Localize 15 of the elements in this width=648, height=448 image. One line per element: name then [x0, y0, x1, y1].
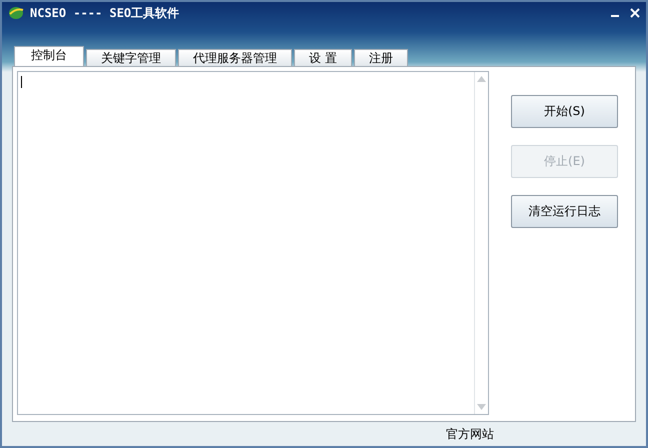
- action-button[interactable]: 清空运行日志: [511, 195, 618, 228]
- down-arrow-icon[interactable]: [477, 404, 486, 410]
- window-title: NCSEO ---- SEO工具软件: [30, 4, 180, 22]
- scrollbar[interactable]: [474, 72, 488, 414]
- tab[interactable]: 代理服务器管理: [178, 49, 292, 66]
- tab[interactable]: 注册: [354, 49, 408, 66]
- globe-icon: [8, 6, 24, 20]
- action-button[interactable]: 开始(S): [511, 95, 618, 128]
- tab[interactable]: 关键字管理: [86, 49, 176, 66]
- log-text-area[interactable]: [17, 71, 489, 415]
- tab[interactable]: 控制台: [14, 46, 84, 66]
- website-link[interactable]: 官方网站: [446, 426, 494, 442]
- tab[interactable]: 设 置: [294, 49, 352, 66]
- close-icon[interactable]: [630, 8, 640, 18]
- up-arrow-icon[interactable]: [477, 76, 486, 82]
